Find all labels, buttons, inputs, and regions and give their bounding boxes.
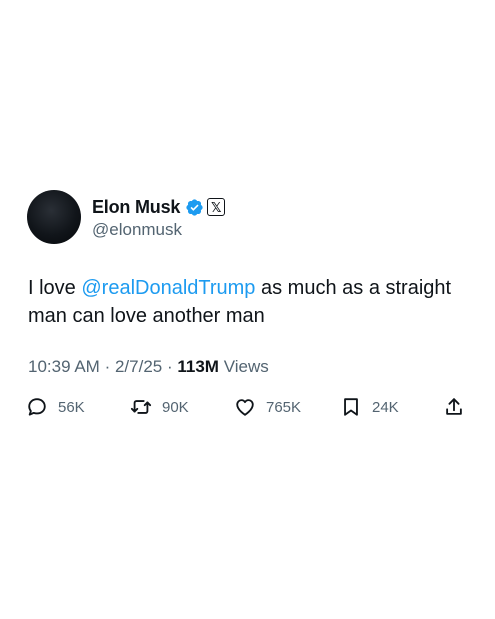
reply-icon — [28, 398, 46, 416]
reply-button[interactable]: 56K — [26, 393, 85, 421]
display-name[interactable]: Elon Musk — [92, 196, 180, 218]
views-count: 113M — [177, 357, 219, 376]
reply-count: 56K — [58, 398, 85, 416]
like-count: 765K — [266, 398, 302, 416]
tweet-card: Elon Musk 𝕏 @elonmusk I love @realDonald… — [0, 0, 495, 619]
repost-count: 90K — [162, 398, 189, 416]
verified-badge-icon[interactable] — [185, 198, 204, 217]
repost-icon — [130, 400, 152, 414]
views-label: Views — [223, 357, 269, 376]
mention-link[interactable]: @realDonaldTrump — [81, 277, 255, 299]
action-bar: 56K 90K 765K 24K — [26, 393, 471, 421]
author-handle[interactable]: @elonmusk — [92, 219, 182, 241]
repost-button[interactable]: 90K — [130, 393, 189, 421]
tweet-time[interactable]: 10:39 AM — [28, 357, 100, 376]
bookmark-count: 24K — [372, 398, 399, 416]
heart-icon — [236, 399, 254, 416]
meta-separator: · — [166, 357, 173, 376]
author-name-row: Elon Musk 𝕏 — [92, 195, 226, 219]
bookmark-button[interactable]: 24K — [340, 393, 399, 421]
share-icon — [446, 398, 462, 415]
share-button[interactable] — [443, 393, 465, 421]
x-affiliate-badge-icon[interactable]: 𝕏 — [207, 198, 226, 216]
like-button[interactable]: 765K — [234, 393, 301, 421]
tweet-text: I love @realDonaldTrump as much as a str… — [28, 274, 473, 330]
bookmark-icon — [344, 398, 358, 416]
tweet-meta: 10:39 AM · 2/7/25 · 113M Views — [28, 356, 269, 378]
avatar[interactable] — [27, 190, 81, 244]
tweet-date[interactable]: 2/7/25 — [115, 357, 162, 376]
meta-separator: · — [104, 357, 111, 376]
tweet-text-start: I love — [28, 277, 82, 299]
